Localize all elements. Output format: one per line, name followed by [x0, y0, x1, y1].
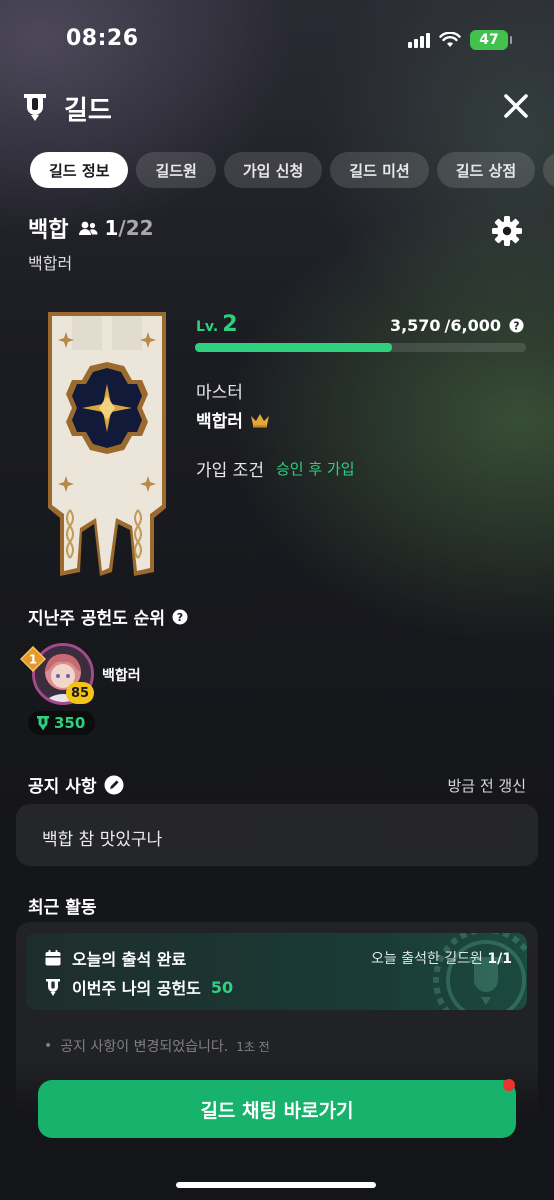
ranking-title: 지난주 공헌도 순위 — [28, 609, 165, 629]
close-icon[interactable] — [500, 90, 532, 122]
edit-icon[interactable] — [104, 775, 124, 795]
join-condition-label: 가입 조건 — [196, 461, 264, 481]
exp-max: /6,000 — [444, 316, 501, 335]
help-icon[interactable]: ? — [509, 318, 524, 333]
notice-text: 백합 참 맛있구나 — [42, 830, 163, 850]
activity-title: 최근 활동 — [28, 898, 97, 918]
svg-text:?: ? — [177, 611, 183, 624]
crown-icon — [250, 413, 269, 427]
signal-icon — [408, 32, 430, 48]
tab-guild-members[interactable]: 길드원 — [136, 152, 216, 188]
ranking-member-name: 백합러 — [102, 668, 141, 684]
exp-current: 3,570 — [389, 316, 441, 335]
tab-join-requests[interactable]: 가입 신청 — [223, 152, 323, 188]
guild-banner-emblem — [48, 312, 166, 576]
status-icons: 47 — [408, 30, 512, 50]
exp-progress-fill — [195, 343, 392, 352]
activity-log-item: • 공지 사항이 변경되었습니다. 1초 전 — [44, 1036, 270, 1056]
exp-counter: 3,570/6,000 ? — [390, 316, 524, 335]
rank-number: 1 — [29, 653, 37, 667]
guild-emblem-watermark — [433, 933, 527, 1010]
guild-owner-subtitle: 백합러 — [28, 254, 73, 273]
guild-shield-icon — [46, 979, 60, 996]
guild-shield-icon — [37, 716, 49, 731]
contribution-pill: 350 — [28, 711, 96, 735]
master-name: 백합러 — [196, 412, 243, 432]
attendance-row: 오늘의 출석 완료 — [44, 946, 186, 970]
notice-title: 공지 사항 — [28, 777, 97, 797]
attendance-count-label: 오늘 출석한 길드원 — [370, 951, 483, 967]
level-prefix: Lv. — [196, 319, 219, 335]
svg-text:?: ? — [514, 320, 520, 332]
ranking-title-row: 지난주 공헌도 순위 ? — [28, 604, 188, 629]
member-max: /22 — [118, 216, 154, 240]
contribution-points: 350 — [54, 714, 86, 732]
guild-shield-icon — [24, 94, 46, 121]
status-time: 08:26 — [66, 26, 139, 51]
home-indicator — [176, 1182, 376, 1188]
guild-chat-button[interactable]: 길드 채팅 바로가기 — [38, 1080, 516, 1138]
member-level-badge: 85 — [66, 682, 94, 704]
notice-title-row: 공지 사항 — [28, 772, 124, 797]
member-count: 1 — [104, 216, 119, 240]
guild-name: 백합 — [28, 218, 69, 243]
weekly-contribution-value: 50 — [210, 977, 234, 997]
gear-icon[interactable] — [490, 214, 524, 248]
join-condition-value: 승인 후 가입 — [276, 460, 355, 478]
master-name-row: 백합러 — [196, 407, 271, 432]
guild-level: Lv. 2 — [196, 312, 238, 337]
exp-progress-bar — [195, 343, 526, 352]
guild-name-row: 백합 1/22 — [28, 212, 154, 244]
rank-badge: 1 — [20, 646, 46, 672]
members-icon — [79, 221, 98, 235]
activity-log-text: 공지 사항이 변경되었습니다. — [60, 1039, 229, 1055]
weekly-contribution-label: 이번주 나의 공헌도 — [72, 979, 201, 998]
level-number: 2 — [222, 312, 238, 337]
attendance-count-row: 오늘 출석한 길드원 1/1 — [371, 948, 512, 968]
help-icon[interactable]: ? — [172, 609, 188, 625]
notice-updated-time: 방금 전 갱신 — [447, 777, 526, 795]
calendar-icon — [45, 950, 61, 966]
attendance-status: 오늘의 출석 완료 — [72, 950, 187, 969]
tab-more[interactable]: 길드 — [543, 152, 554, 188]
tab-bar: 길드 정보 길드원 가입 신청 길드 미션 길드 상점 길드 — [30, 152, 554, 188]
attendance-count: 1/1 — [487, 951, 512, 967]
notification-dot — [503, 1079, 515, 1091]
activity-log-time: 1초 전 — [236, 1039, 270, 1054]
tab-guild-info[interactable]: 길드 정보 — [30, 152, 129, 188]
battery-indicator: 47 — [470, 30, 512, 50]
tab-guild-shop[interactable]: 길드 상점 — [436, 152, 536, 188]
master-label: 마스터 — [196, 383, 243, 403]
page-title: 길드 — [64, 96, 112, 126]
wifi-icon — [439, 32, 461, 47]
bullet: • — [44, 1038, 53, 1054]
weekly-contribution-row: 이번주 나의 공헌도 50 — [44, 975, 233, 999]
tab-guild-missions[interactable]: 길드 미션 — [330, 152, 429, 188]
